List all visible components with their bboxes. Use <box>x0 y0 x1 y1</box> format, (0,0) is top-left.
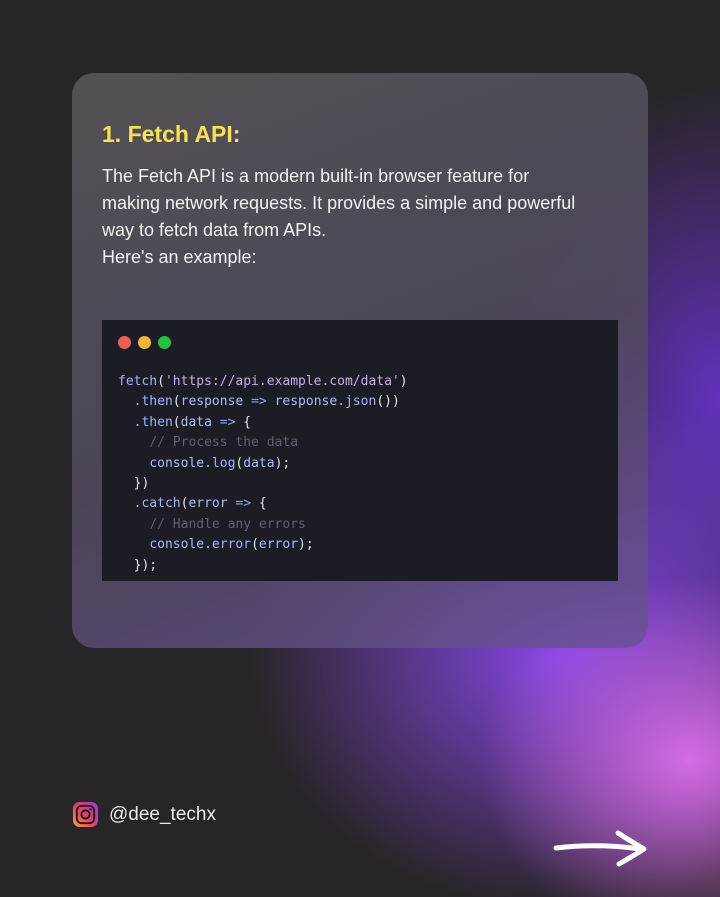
description-line: The Fetch API is a modern built-in brows… <box>102 166 530 186</box>
code-token: ( <box>172 414 181 430</box>
code-line: fetch('https://api.example.com/data') <box>118 372 408 392</box>
code-line: }) <box>118 474 408 494</box>
card-description: The Fetch API is a modern built-in brows… <box>102 163 632 271</box>
code-token: .then <box>133 394 173 410</box>
author-handle[interactable]: @dee_techx <box>72 801 216 828</box>
code-comment: // Process the data <box>149 435 299 451</box>
code-token: ()) <box>376 394 400 410</box>
content-card: 1. Fetch API: The Fetch API is a modern … <box>72 73 648 648</box>
code-token: ); <box>298 537 314 553</box>
code-token: console <box>149 455 205 471</box>
code-token: { <box>243 414 252 430</box>
code-token: ); <box>274 455 291 471</box>
code-token: ( <box>157 374 165 389</box>
code-token: ) <box>399 374 408 389</box>
code-comment: // Handle any errors <box>149 516 306 532</box>
description-line: way to fetch data from APIs. <box>102 220 327 240</box>
code-line: // Process the data <box>118 433 408 453</box>
code-token: .json <box>337 394 377 410</box>
code-token: response <box>274 394 338 410</box>
code-token: { <box>258 496 267 512</box>
code-token: => <box>243 394 275 410</box>
code-token: }); <box>133 557 158 573</box>
code-token: 'https://api.example.com/data' <box>164 374 400 389</box>
window-controls <box>118 336 171 349</box>
code-line: .catch(error => { <box>118 494 408 514</box>
code-line: .then(data => { <box>118 413 408 433</box>
code-token: console <box>149 537 205 553</box>
code-token: }) <box>133 475 150 491</box>
code-block: fetch('https://api.example.com/data') .t… <box>118 372 408 576</box>
code-token: fetch <box>118 374 158 389</box>
code-token: ( <box>251 537 259 553</box>
description-line: Here's an example: <box>102 247 257 267</box>
code-line: console.log(data); <box>118 454 408 474</box>
close-dot-icon <box>118 336 131 349</box>
code-token: error <box>188 496 228 512</box>
code-window: fetch('https://api.example.com/data') .t… <box>102 320 618 581</box>
maximize-dot-icon <box>158 336 171 349</box>
code-token: .catch <box>133 496 181 512</box>
card-title: 1. Fetch API: <box>102 121 241 147</box>
arrow-right-icon[interactable] <box>552 828 650 868</box>
code-token: .error <box>204 537 252 553</box>
code-token: => <box>211 414 244 430</box>
code-token: data <box>180 414 212 430</box>
code-token: error <box>258 537 299 553</box>
code-token: => <box>227 496 259 512</box>
code-line: console.error(error); <box>118 535 408 555</box>
code-token: response <box>180 394 244 410</box>
code-line: // Handle any errors <box>118 515 408 535</box>
handle-text: @dee_techx <box>109 803 216 825</box>
code-token: .then <box>133 414 173 430</box>
code-token: data <box>243 455 275 471</box>
description-line: making network requests. It provides a s… <box>102 193 576 213</box>
code-line: .then(response => response.json()) <box>118 392 408 412</box>
code-line: }); <box>118 556 408 576</box>
instagram-icon <box>72 801 99 828</box>
code-token: ( <box>172 394 181 410</box>
code-token: .log <box>204 455 236 471</box>
minimize-dot-icon <box>138 336 151 349</box>
